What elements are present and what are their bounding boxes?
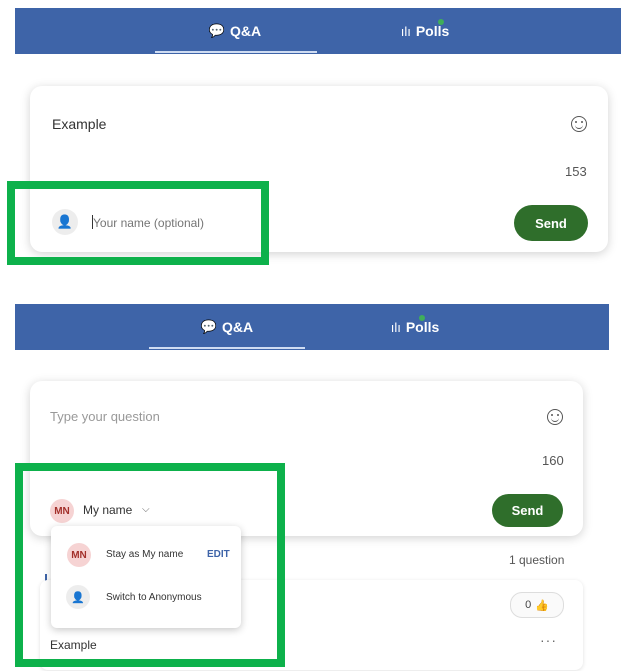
question-input[interactable]: Example xyxy=(52,116,106,132)
like-count: 0 xyxy=(525,599,532,611)
polls-notification-dot xyxy=(438,19,444,25)
bar-chart-icon: ılı xyxy=(400,23,411,39)
send-button[interactable]: Send xyxy=(492,494,563,527)
chat-bubbles-icon: 💬 xyxy=(200,319,218,334)
emoji-icon[interactable] xyxy=(547,409,563,425)
question-count: 1 question xyxy=(509,553,565,567)
tab-qa-label: Q&A xyxy=(230,23,262,39)
tab-polls[interactable]: ılı Polls xyxy=(335,8,515,54)
polls-notification-dot xyxy=(419,315,425,321)
more-options-icon[interactable]: ··· xyxy=(540,632,557,648)
tab-qa[interactable]: 💬 Q&A xyxy=(149,304,305,350)
tab-header: 💬 Q&A ılı Polls xyxy=(15,304,609,350)
active-tab-indicator xyxy=(149,347,305,349)
thumbs-up-icon: 👍 xyxy=(535,599,549,612)
tab-polls[interactable]: ılı Polls xyxy=(325,304,505,350)
question-input[interactable]: Type your question xyxy=(50,409,160,424)
highlight-box xyxy=(15,463,285,667)
highlight-box xyxy=(7,181,269,265)
send-button[interactable]: Send xyxy=(514,205,588,241)
tab-header: 💬 Q&A ılı Polls xyxy=(15,8,621,54)
like-button[interactable]: 0 👍 xyxy=(510,592,564,618)
tab-polls-label: Polls xyxy=(405,319,440,335)
emoji-icon[interactable] xyxy=(571,116,587,132)
chat-bubbles-icon: 💬 xyxy=(208,23,226,38)
bar-chart-icon: ılı xyxy=(390,319,401,335)
char-counter: 153 xyxy=(565,164,587,179)
active-tab-indicator xyxy=(155,51,317,53)
tab-qa-label: Q&A xyxy=(222,319,254,335)
tab-qa[interactable]: 💬 Q&A xyxy=(155,8,315,54)
qa-panel-bottom: 💬 Q&A ılı Polls Type your question 160 M… xyxy=(0,296,621,671)
char-counter: 160 xyxy=(542,453,564,468)
qa-panel-top: 💬 Q&A ılı Polls Example 153 👤 Send xyxy=(0,0,621,275)
tab-polls-label: Polls xyxy=(415,23,450,39)
